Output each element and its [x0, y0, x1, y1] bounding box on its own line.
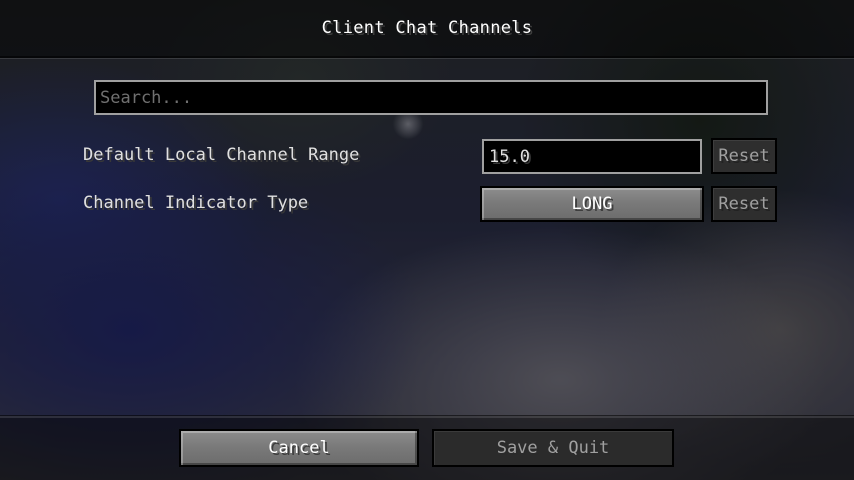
setting-label-channel-indicator-type: Channel Indicator Type — [83, 193, 309, 213]
search-input[interactable] — [94, 80, 768, 115]
reset-local-channel-range-button[interactable]: Reset — [711, 138, 777, 174]
channel-indicator-type-button[interactable]: LONG — [480, 186, 704, 222]
local-channel-range-field[interactable]: 15.0 — [482, 139, 702, 174]
save-and-quit-button[interactable]: Save & Quit — [432, 429, 674, 467]
background-dim-overlay — [0, 0, 854, 480]
footer-bar — [0, 416, 854, 480]
reset-channel-indicator-type-button[interactable]: Reset — [711, 186, 777, 222]
screen-title: Client Chat Channels — [321, 18, 533, 38]
cancel-button[interactable]: Cancel — [179, 429, 419, 467]
setting-label-local-channel-range: Default Local Channel Range — [83, 145, 360, 165]
